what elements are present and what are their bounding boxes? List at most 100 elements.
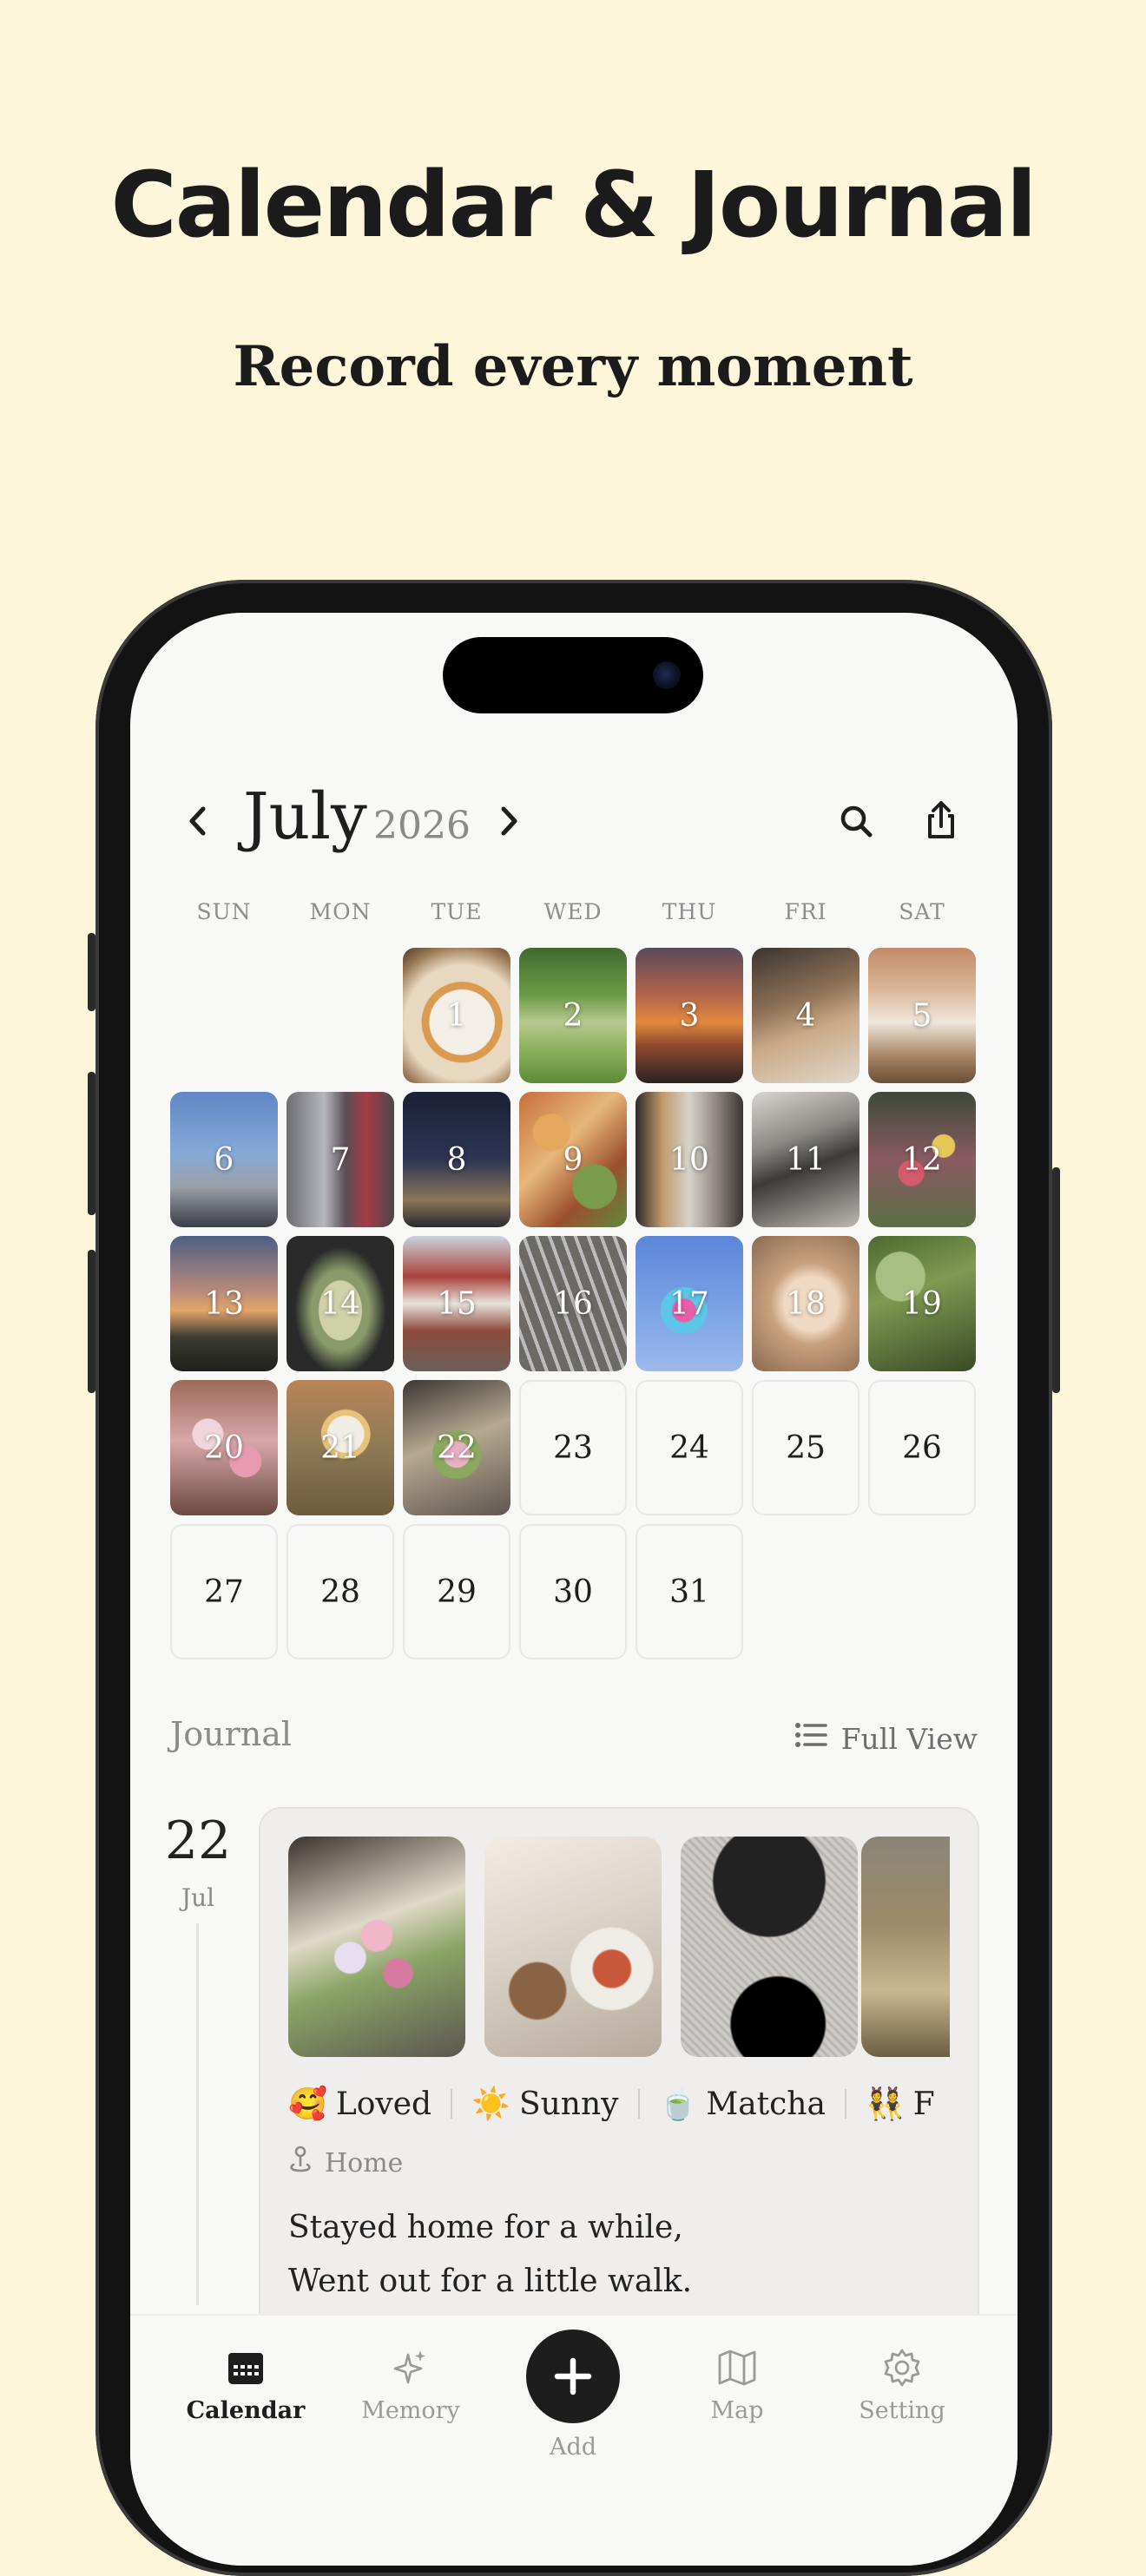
people-tag[interactable]: 👯 F <box>866 2086 935 2123</box>
share-icon[interactable] <box>917 797 965 845</box>
day-number: 1 <box>446 997 467 1034</box>
day-number: 13 <box>204 1285 244 1322</box>
day-number: 15 <box>437 1285 477 1322</box>
entry-text-line: Went out for a little walk. <box>288 2264 693 2299</box>
month-title[interactable]: July <box>243 779 367 854</box>
day-number: 28 <box>320 1574 360 1610</box>
weather-tag[interactable]: ☀️ Sunny <box>471 2086 619 2123</box>
day-cell-photo[interactable]: 18 <box>752 1236 860 1371</box>
day-number: 23 <box>553 1429 593 1466</box>
entry-photo[interactable] <box>681 1837 858 2057</box>
calendar-icon <box>172 2342 319 2394</box>
day-number: 31 <box>669 1574 709 1610</box>
day-cell-photo[interactable]: 16 <box>519 1236 627 1371</box>
day-cell[interactable]: 26 <box>868 1380 976 1515</box>
tab-memory[interactable]: Memory <box>337 2342 484 2424</box>
chevron-left-icon[interactable] <box>172 795 224 847</box>
day-number: 21 <box>320 1429 360 1466</box>
day-cell-photo[interactable]: 7 <box>286 1092 394 1227</box>
weekday-label: FRI <box>784 899 827 924</box>
day-cell-photo[interactable]: 10 <box>636 1092 743 1227</box>
day-cell-photo[interactable]: 13 <box>170 1236 278 1371</box>
sparkle-icon <box>337 2342 484 2394</box>
mood-tag[interactable]: 🥰 Loved <box>288 2086 431 2123</box>
day-number: 25 <box>786 1429 826 1466</box>
day-cell-photo[interactable]: 17 <box>636 1236 743 1371</box>
day-cell-photo[interactable]: 14 <box>286 1236 394 1371</box>
day-cell-photo[interactable]: 11 <box>752 1092 860 1227</box>
day-cell-photo[interactable]: 12 <box>868 1092 976 1227</box>
power-button <box>1052 1167 1060 1393</box>
day-cell-photo[interactable]: 1 <box>403 948 510 1083</box>
day-number: 29 <box>437 1574 477 1610</box>
day-cell[interactable]: 31 <box>636 1524 743 1659</box>
entry-text[interactable]: Stayed home for a while, Went out for a … <box>288 2201 948 2309</box>
day-cell-photo[interactable]: 8 <box>403 1092 510 1227</box>
weekday-label: SUN <box>196 899 252 924</box>
day-cell[interactable]: 27 <box>170 1524 278 1659</box>
search-icon[interactable] <box>832 797 880 845</box>
entry-photo-strip[interactable] <box>288 1837 950 2057</box>
app-screen: July 2026 SUN MON TUE WED THU FRI SAT 1 … <box>130 613 1018 2566</box>
tab-setting[interactable]: Setting <box>828 2342 976 2424</box>
day-cell-photo[interactable]: 22 <box>403 1380 510 1515</box>
day-cell-photo[interactable]: 15 <box>403 1236 510 1371</box>
day-cell-photo[interactable]: 21 <box>286 1380 394 1515</box>
tab-label: Memory <box>361 2397 460 2424</box>
day-number: 26 <box>902 1429 942 1466</box>
day-number: 24 <box>669 1429 709 1466</box>
day-cell-photo[interactable]: 20 <box>170 1380 278 1515</box>
day-number: 16 <box>553 1285 593 1322</box>
weekday-label: SAT <box>899 899 945 924</box>
entry-photo[interactable] <box>861 1837 950 2057</box>
dynamic-island <box>443 637 703 713</box>
tag-label: Sunny <box>518 2086 619 2122</box>
weekday-label: THU <box>662 899 717 924</box>
promo-headline: Calendar & Journal <box>110 152 1037 258</box>
entry-place[interactable]: Home <box>288 2144 403 2182</box>
tab-calendar[interactable]: Calendar <box>172 2342 319 2424</box>
day-cell-photo[interactable]: 9 <box>519 1092 627 1227</box>
gear-icon <box>828 2342 976 2394</box>
journal-section-title: Journal <box>170 1715 293 1753</box>
action-button <box>88 933 96 1011</box>
tag-divider <box>637 2089 640 2119</box>
entry-photo[interactable] <box>288 1837 465 2057</box>
weekday-label: MON <box>309 899 372 924</box>
food-tag[interactable]: 🍵 Matcha <box>659 2086 826 2123</box>
day-cell[interactable]: 29 <box>403 1524 510 1659</box>
day-number: 22 <box>437 1429 477 1466</box>
add-button[interactable] <box>526 2330 620 2423</box>
day-cell[interactable]: 28 <box>286 1524 394 1659</box>
day-cell-photo[interactable]: 5 <box>868 948 976 1083</box>
tag-label: F <box>912 2086 935 2122</box>
tab-label: Setting <box>859 2397 945 2424</box>
plus-icon <box>554 2357 592 2395</box>
list-icon <box>794 1721 827 1756</box>
day-number: 8 <box>446 1141 467 1178</box>
year-title[interactable]: 2026 <box>373 804 471 848</box>
full-view-button[interactable]: Full View <box>794 1717 978 1760</box>
sun-icon: ☀️ <box>471 2086 510 2122</box>
entry-tags: 🥰 Loved ☀️ Sunny 🍵 Matcha 👯 F <box>288 2080 950 2128</box>
day-cell[interactable]: 23 <box>519 1380 627 1515</box>
day-cell-photo[interactable]: 19 <box>868 1236 976 1371</box>
day-cell[interactable]: 25 <box>752 1380 860 1515</box>
day-cell-photo[interactable]: 3 <box>636 948 743 1083</box>
tab-bar: Calendar Memory Add Map Setting <box>130 2314 1018 2566</box>
tag-label: Matcha <box>706 2086 826 2122</box>
day-number: 19 <box>902 1285 942 1322</box>
day-cell[interactable]: 24 <box>636 1380 743 1515</box>
day-cell-photo[interactable]: 6 <box>170 1092 278 1227</box>
day-cell[interactable]: 30 <box>519 1524 627 1659</box>
day-cell-photo[interactable]: 4 <box>752 948 860 1083</box>
entry-photo[interactable] <box>484 1837 662 2057</box>
day-number: 10 <box>669 1141 709 1178</box>
full-view-label: Full View <box>840 1721 978 1756</box>
day-number: 9 <box>563 1141 583 1178</box>
day-cell-photo[interactable]: 2 <box>519 948 627 1083</box>
day-number: 4 <box>795 997 816 1034</box>
tab-map[interactable]: Map <box>663 2342 811 2424</box>
day-number: 6 <box>214 1141 234 1178</box>
chevron-right-icon[interactable] <box>483 795 535 847</box>
